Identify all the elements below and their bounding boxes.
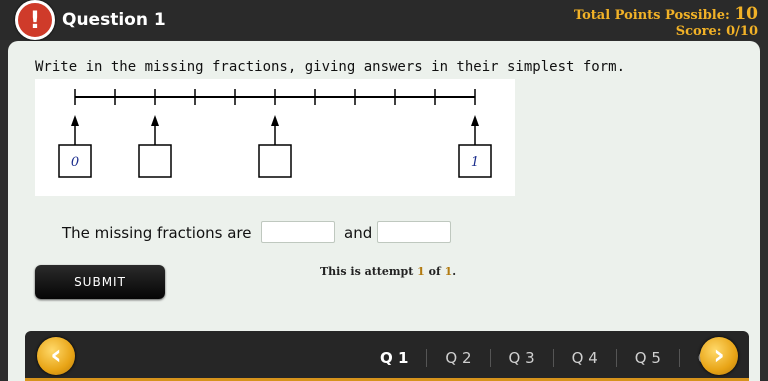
alert-icon: ! xyxy=(15,0,55,40)
question-title: Question 1 xyxy=(62,10,166,30)
attempt-status: This is attempt 1 of 1. xyxy=(320,265,456,278)
answer-input-1[interactable] xyxy=(261,221,335,243)
submit-button[interactable]: SUBMIT xyxy=(35,265,165,299)
nav-item-q5[interactable]: Q 5 xyxy=(615,349,679,367)
points-panel: Total Points Possible: 10 Score: 0/10 xyxy=(574,6,758,40)
arrow-1 xyxy=(138,115,172,178)
arrow-0: 0 xyxy=(58,115,92,178)
answer-joiner: and xyxy=(344,224,373,242)
prev-question-button[interactable]: ‹ xyxy=(37,337,75,375)
arrow-3: 1 xyxy=(458,115,492,178)
label-one: 1 xyxy=(471,155,479,170)
score-label: Score: 0/10 xyxy=(675,24,758,39)
number-line-diagram: 0 1 xyxy=(58,89,492,178)
number-line-figure: 0 1 xyxy=(35,79,515,196)
attempt-suffix: . xyxy=(452,265,457,278)
label-zero: 0 xyxy=(71,155,79,170)
points-value: 10 xyxy=(734,4,758,24)
nav-item-q3[interactable]: Q 3 xyxy=(489,349,553,367)
next-question-button[interactable]: › xyxy=(700,337,738,375)
answer-input-2[interactable] xyxy=(377,221,451,243)
points-label: Total Points Possible: xyxy=(573,8,730,23)
attempt-current: 1 xyxy=(417,265,425,278)
question-instruction: Write in the missing fractions, giving a… xyxy=(35,59,626,75)
attempt-of: of xyxy=(428,265,441,278)
nav-item-q2[interactable]: Q 2 xyxy=(426,349,489,367)
attempt-prefix: This is attempt xyxy=(320,265,414,278)
answer-prompt: The missing fractions are xyxy=(62,224,252,242)
arrow-2 xyxy=(258,115,292,178)
nav-item-q1[interactable]: Q 1 xyxy=(362,349,426,367)
nav-item-q4[interactable]: Q 4 xyxy=(552,349,616,367)
missing-box-1 xyxy=(138,144,172,178)
question-list: Q 1 Q 2 Q 3 Q 4 Q 5 Q xyxy=(362,346,728,370)
missing-box-2 xyxy=(258,144,292,178)
